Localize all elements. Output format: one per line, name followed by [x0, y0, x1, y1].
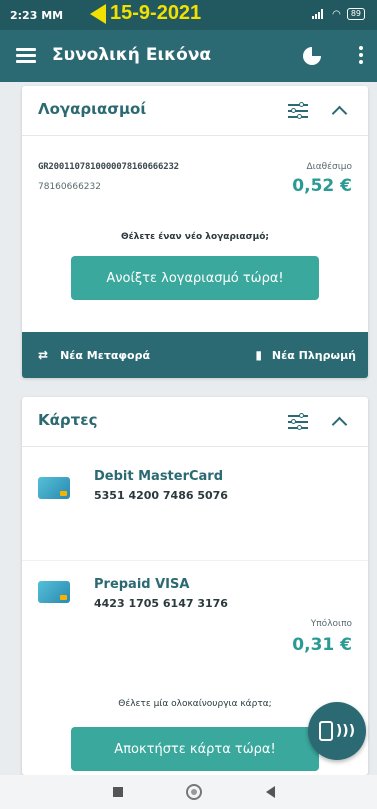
filter-icon[interactable]	[288, 413, 308, 431]
nfc-pay-button[interactable]: )))	[308, 702, 366, 760]
filter-icon[interactable]	[288, 102, 308, 120]
battery-icon: 89	[346, 8, 365, 20]
new-card-prompt: Θέλετε μία ολοκαίνουργια κάρτα;	[118, 699, 272, 709]
account-iban: GR2001107810000078160666232	[38, 162, 179, 172]
phone-icon	[318, 721, 333, 741]
new-payment-button[interactable]: ▮ Νέα Πληρωμή	[197, 332, 368, 378]
visa-card-icon	[38, 581, 70, 603]
open-account-button[interactable]: Ανοίξτε λογαριασμό τώρα!	[71, 256, 319, 300]
contactless-icon: )))	[335, 723, 356, 739]
recents-icon[interactable]	[113, 787, 123, 797]
app-bar: Συνολική Εικόνα	[0, 30, 377, 82]
date-annotation-text: 15-9-2021	[110, 2, 202, 24]
chevron-up-icon[interactable]	[331, 416, 348, 433]
home-icon[interactable]	[186, 784, 202, 800]
account-balance: 0,52 €	[292, 176, 352, 196]
card-number: 5351 4200 7486 5076	[94, 489, 228, 502]
page-title: Συνολική Εικόνα	[52, 45, 212, 65]
more-vert-icon[interactable]	[359, 46, 363, 66]
card-number: 4423 1705 6147 3176	[94, 597, 228, 610]
transfer-icon: ⇄	[38, 348, 49, 362]
system-icons: ◠ 89	[312, 8, 365, 20]
available-label: Διαθέσιμο	[306, 162, 353, 172]
accounts-card: Λογαριασμοί GR2001107810000078160666232 …	[22, 86, 368, 378]
card-name: Debit MasterCard	[94, 469, 224, 484]
remaining-label: Υπόλοιπο	[310, 619, 352, 629]
card-item[interactable]: Debit MasterCard 5351 4200 7486 5076	[22, 447, 368, 561]
chevron-up-icon[interactable]	[331, 105, 348, 122]
payment-icon: ▮	[255, 348, 262, 362]
date-annotation: 15-9-2021	[90, 2, 201, 25]
card-name: Prepaid VISA	[94, 577, 190, 592]
new-transfer-label: Νέα Μεταφορά	[60, 348, 151, 362]
mastercard-card-icon	[38, 477, 70, 499]
get-card-button[interactable]: Αποκτήστε κάρτα τώρα!	[71, 727, 319, 771]
signal-icon	[312, 9, 326, 19]
card-item[interactable]: Prepaid VISA 4423 1705 6147 3176 Υπόλοιπ…	[22, 561, 368, 681]
status-bar: 2:23 MM 15-9-2021 ◠ 89	[0, 0, 377, 30]
card-balance: 0,31 €	[292, 635, 352, 655]
account-item[interactable]: GR2001107810000078160666232 78160666232 …	[22, 136, 368, 236]
cards-header: Κάρτες	[22, 397, 368, 447]
status-time: 2:23 MM	[10, 8, 64, 22]
arrow-left-icon	[90, 3, 106, 24]
cards-heading: Κάρτες	[38, 411, 98, 429]
account-number: 78160666232	[38, 182, 101, 192]
menu-icon[interactable]	[16, 48, 36, 64]
system-nav-bar	[0, 775, 377, 809]
accounts-header: Λογαριασμοί	[22, 86, 368, 136]
accounts-heading: Λογαριασμοί	[38, 100, 147, 118]
wifi-icon: ◠	[332, 8, 341, 20]
account-actions: ⇄ Νέα Μεταφορά ▮ Νέα Πληρωμή	[22, 332, 368, 378]
pie-chart-icon[interactable]	[303, 47, 321, 65]
new-transfer-button[interactable]: ⇄ Νέα Μεταφορά	[22, 332, 197, 378]
new-payment-label: Νέα Πληρωμή	[271, 348, 356, 362]
back-icon[interactable]	[266, 786, 275, 798]
